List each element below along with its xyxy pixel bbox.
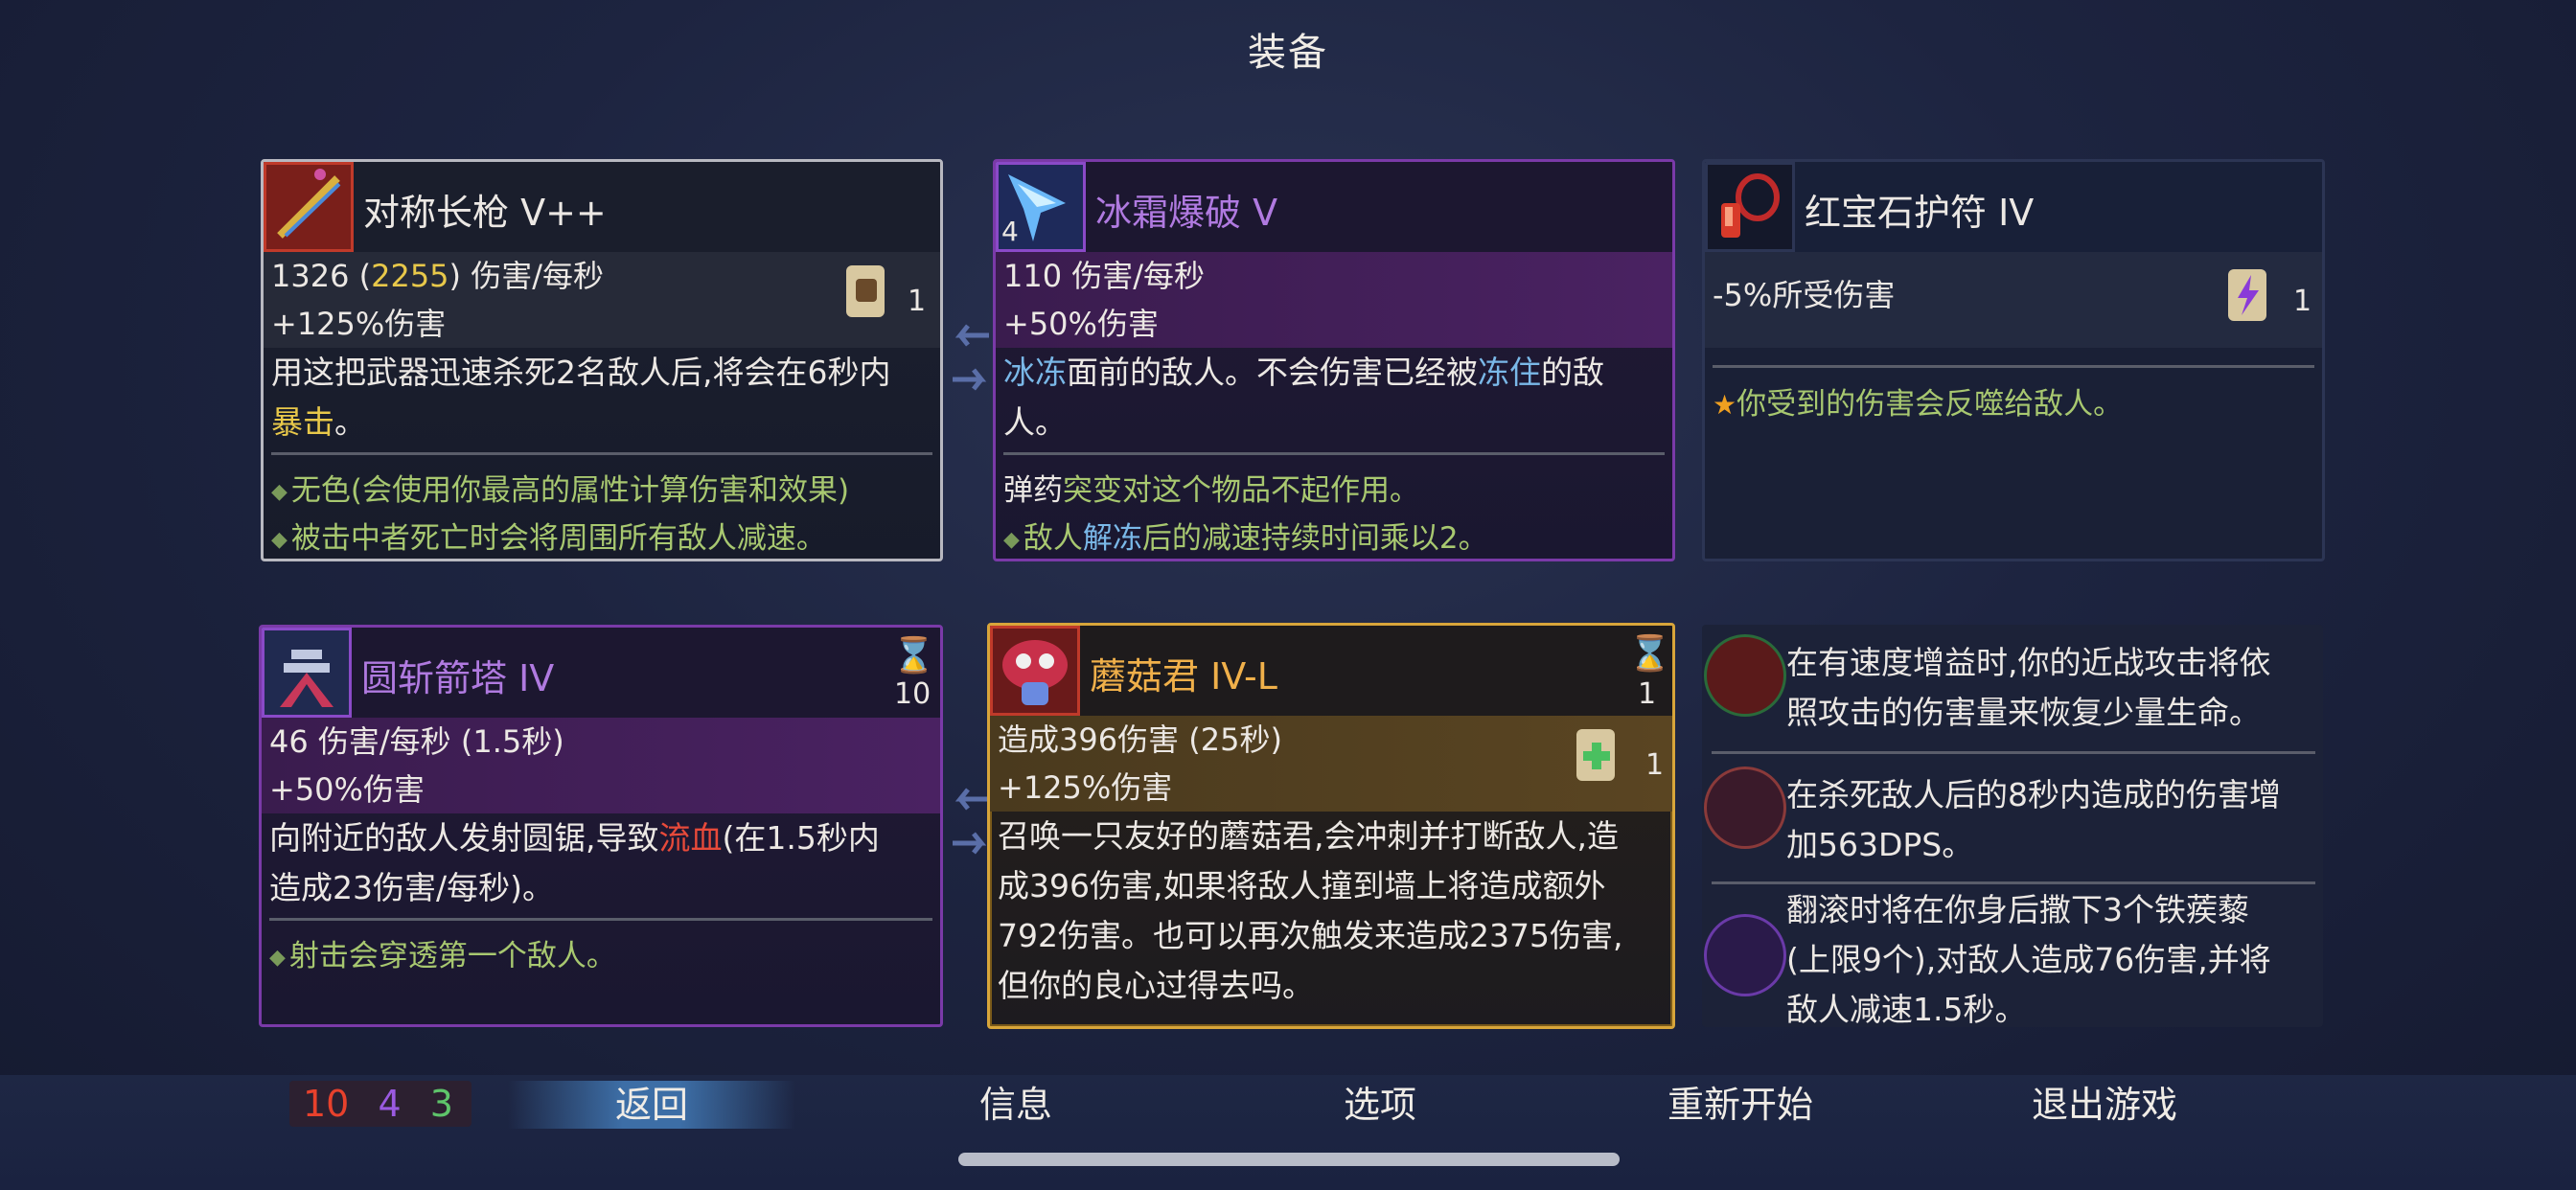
item-name: 圆斩箭塔 IV [361, 657, 555, 699]
item-name: 对称长枪 V++ [363, 192, 607, 234]
mutation-item[interactable]: 在杀死敌人后的8秒内造成的伤害增 加563DPS。 [1704, 757, 2325, 872]
mutation-bow-icon [1704, 767, 1786, 849]
scroll-count: 1 [908, 285, 927, 318]
item-card-frost-blast[interactable]: 4 冰霜爆破 V 110 伤害/每秒 +50%伤害 冰冻面前的敌人。不会伤害已经… [993, 159, 1675, 561]
item-header: 4 冰霜爆破 V [996, 162, 1672, 252]
mutation-item[interactable]: 翻滚时将在你身后撒下3个铁蒺藜 (上限9个),对敌人造成76伤害,并将 敌人减速… [1704, 885, 2325, 1029]
lance-icon [264, 162, 354, 252]
divider [269, 918, 932, 921]
divider [1712, 881, 2315, 884]
ruby-amulet-icon [1705, 162, 1795, 252]
mutation-item[interactable]: 在有速度增益时,你的近战攻击将依 照攻击的伤害量来恢复少量生命。 [1704, 625, 2325, 749]
item-effect: ★你受到的伤害会反噬给敌人。 [1713, 387, 2124, 422]
mutation-caltrops-icon [1704, 914, 1786, 996]
item-header: 圆斩箭塔 IV [262, 628, 940, 718]
charges-count: 10 [894, 677, 932, 711]
item-description: 向附近的敌人发射圆锯,导致流血(在1.5秒内 造成23伤害/每秒)。 [269, 819, 880, 906]
mutation-text: 在杀死敌人后的8秒内造成的伤害增 加563DPS。 [1786, 776, 2281, 863]
item-note: 弹药突变对这个物品不起作用。 [1003, 473, 1419, 508]
item-bonus: +50%伤害 [996, 300, 1672, 348]
item-card-sawblade-turret[interactable]: 圆斩箭塔 IV ⌛ 10 46 伤害/每秒 (1.5秒) +50%伤害 向附近的… [259, 625, 943, 1027]
mushroom-icon [990, 626, 1080, 716]
mutation-text: 翻滚时将在你身后撒下3个铁蒺藜 (上限9个),对敌人造成76伤害,并将 敌人减速… [1786, 891, 2271, 1028]
item-description: 冰冻面前的敌人。不会伤害已经被冻住的敌 人。 [1003, 354, 1604, 441]
hourglass-icon: ⌛ [892, 636, 935, 675]
turret-icon [262, 628, 352, 718]
mutation-combo-icon [1704, 634, 1786, 717]
item-name: 蘑菇君 IV-L [1090, 655, 1277, 698]
item-card-mushroom-boi[interactable]: 蘑菇君 IV-L ⌛ 1 造成396伤害 (25秒) +125%伤害 1 召唤一… [987, 623, 1675, 1029]
item-header: 红宝石护符 IV [1705, 162, 2322, 252]
star-icon: ★ [1713, 389, 1737, 421]
charges-count: 1 [1638, 677, 1657, 711]
item-bullet: ◆ 敌人解冻后的减速持续时间乘以2。 [1003, 521, 1488, 556]
screen-title: 装备 [1248, 31, 1328, 75]
divider [1003, 452, 1665, 455]
restart-button[interactable]: 重新开始 [1625, 1081, 1855, 1129]
item-card-symmetrical-lance[interactable]: 对称长枪 V++ 1326 (2255) 伤害/每秒 +125%伤害 1 用这把… [261, 159, 943, 561]
quit-button[interactable]: 退出游戏 [1990, 1081, 2220, 1129]
item-description: 召唤一只友好的蘑菇君,会冲刺并打断敌人,造 成396伤害,如果将敌人撞到墙上将造… [998, 817, 1623, 1004]
item-dps: 110 伤害/每秒 [996, 252, 1672, 300]
options-button[interactable]: 选项 [1265, 1081, 1495, 1129]
item-name: 红宝石护符 IV [1805, 192, 2035, 234]
brutality-scroll-icon [839, 258, 896, 325]
item-bullet: ◆ 被击中者死亡时会将周围所有敌人减速。 [271, 521, 826, 556]
tactics-stat: 4 [378, 1083, 402, 1125]
tactics-scroll-icon [2220, 262, 2278, 329]
hourglass-icon: ⌛ [1628, 634, 1671, 674]
item-bullet: ◆ 无色(会使用你最高的属性计算伤害和效果) [271, 473, 850, 508]
divider [1712, 751, 2315, 754]
item-card-ruby-amulet[interactable]: 红宝石护符 IV -5%所受伤害 1 ★你受到的伤害会反噬给敌人。 [1702, 159, 2325, 561]
skill-level-badge: 4 [1001, 216, 1019, 247]
item-header: 蘑菇君 IV-L [990, 626, 1672, 716]
scroll-count: 1 [1645, 748, 1665, 782]
swap-arrows-icon[interactable] [947, 316, 995, 402]
mutation-text: 在有速度增益时,你的近战攻击将依 照攻击的伤害量来恢复少量生命。 [1786, 644, 2271, 731]
item-bonus: +50%伤害 [262, 766, 940, 813]
survival-scroll-icon [1569, 721, 1626, 789]
scroll-count: 1 [2293, 285, 2312, 318]
info-button[interactable]: 信息 [901, 1081, 1131, 1129]
item-header: 对称长枪 V++ [264, 162, 940, 252]
divider [271, 452, 932, 455]
item-name: 冰霜爆破 V [1095, 192, 1278, 234]
item-description: 用这把武器迅速杀死2名敌人后,将会在6秒内 暴击。 [271, 354, 891, 441]
brutality-stat: 10 [303, 1083, 350, 1125]
home-indicator[interactable] [958, 1153, 1620, 1166]
survival-stat: 3 [429, 1083, 453, 1125]
item-dps: 46 伤害/每秒 (1.5秒) [262, 718, 940, 766]
divider [1713, 365, 2314, 368]
back-button[interactable]: 返回 [537, 1081, 767, 1129]
scroll-stats: 10 4 3 [289, 1081, 472, 1127]
item-bullet: ◆ 射击会穿透第一个敌人。 [269, 939, 616, 973]
